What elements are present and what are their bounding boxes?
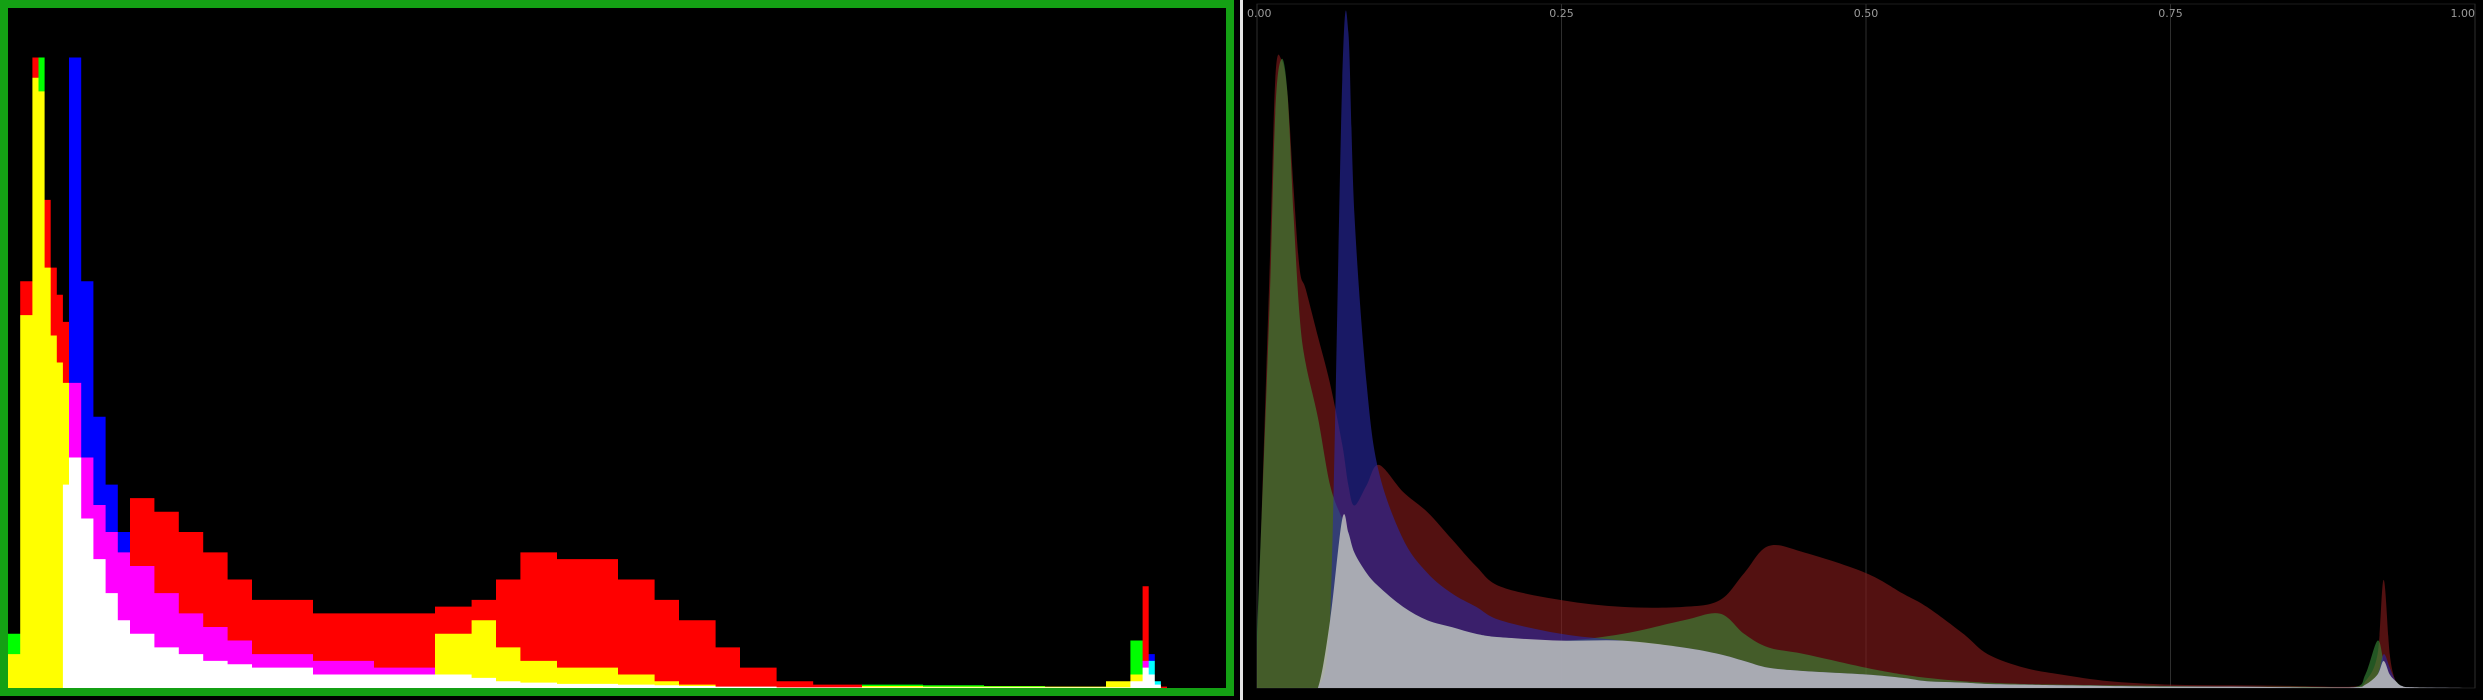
left-histogram-panel [0, 0, 1240, 700]
right-x-tick-label-0: 0.00 [1247, 7, 1272, 20]
left-series-0-area [8, 57, 1228, 688]
right-x-tick-label-2: 0.50 [1854, 7, 1879, 20]
right-x-tick-label-1: 0.25 [1549, 7, 1574, 20]
left-histogram-chart [0, 0, 1234, 696]
right-histogram-panel: 0.00 0.25 0.50 0.75 1.00 [1243, 0, 2483, 700]
right-x-tick-label-4: 1.00 [2451, 7, 2476, 20]
left-series-group [8, 57, 1228, 688]
right-histogram-chart: 0.00 0.25 0.50 0.75 1.00 [1247, 3, 2476, 689]
right-x-tick-label-3: 0.75 [2158, 7, 2183, 20]
